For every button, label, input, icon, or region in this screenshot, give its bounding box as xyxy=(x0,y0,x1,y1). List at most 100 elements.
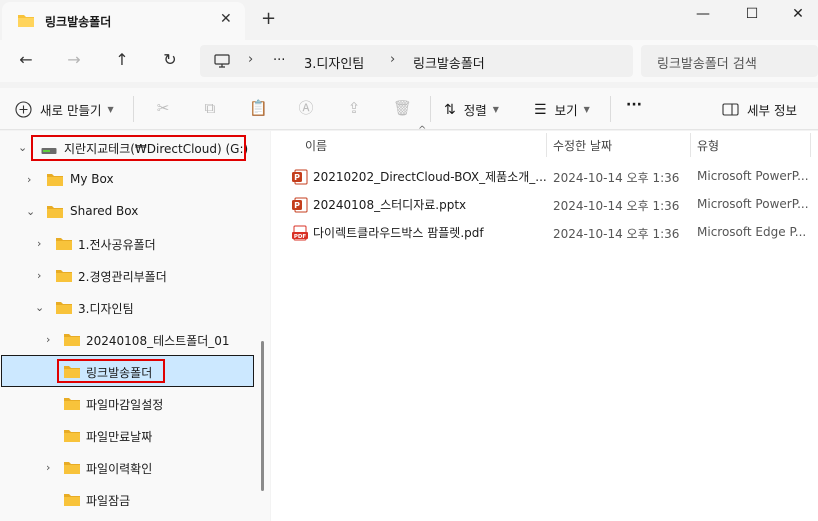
back-button[interactable]: ← xyxy=(15,50,37,72)
tree-item-file-lock[interactable]: 파일잠금 xyxy=(0,486,255,514)
column-divider[interactable] xyxy=(546,133,547,157)
nav-scrollbar[interactable] xyxy=(261,341,264,491)
refresh-button[interactable]: ↻ xyxy=(159,50,181,72)
share-icon[interactable]: ⇪ xyxy=(345,99,363,117)
column-divider[interactable] xyxy=(810,133,811,157)
breadcrumb-more[interactable]: ··· xyxy=(273,53,285,68)
details-label: 세부 정보 xyxy=(747,103,797,118)
folder-icon xyxy=(64,398,80,410)
breadcrumb-separator: › xyxy=(390,52,396,67)
paste-icon[interactable]: 📋 xyxy=(249,99,268,117)
cut-icon[interactable]: ✂ xyxy=(154,99,172,117)
tree-item-file-deadline[interactable]: 파일마감일설정 xyxy=(0,390,255,418)
file-name: 다이렉트클라우드박스 팜플렛.pdf xyxy=(313,226,484,240)
address-bar[interactable]: › ··· 3.디자인팀 › 링크발송폴더 xyxy=(200,45,633,77)
file-row[interactable]: PDF 다이렉트클라우드박스 팜플렛.pdf 2024-10-14 오후 1:3… xyxy=(271,220,818,244)
tree-item-shared-box[interactable]: ⌄ Shared Box xyxy=(0,198,255,226)
chevron-right-icon: › xyxy=(37,237,42,250)
delete-icon[interactable]: 🗑 xyxy=(393,99,412,117)
file-row[interactable]: P 20210202_DirectCloud-BOX_제품소개_... 2024… xyxy=(271,164,818,188)
rename-icon[interactable]: Ⓐ xyxy=(297,99,315,117)
computer-icon xyxy=(214,54,230,68)
column-header-type[interactable]: 유형 xyxy=(697,137,719,154)
new-button-label: 새로 만들기 xyxy=(40,103,102,118)
file-row[interactable]: P 20240108_스터디자료.pptx 2024-10-14 오후 1:36… xyxy=(271,192,818,216)
command-bar: 새로 만들기 ▼ ✂ ⧉ 📋 Ⓐ ⇪ 🗑 ⇅ 정렬 ▼ ☰ 보기 ▼ ··· 세… xyxy=(0,88,818,130)
divider xyxy=(430,96,431,122)
sort-button[interactable]: ⇅ 정렬 ▼ xyxy=(444,100,499,119)
file-list-pane: ^ 이름 수정한 날짜 유형 P 20210202_DirectCloud-BO… xyxy=(271,125,818,521)
column-header-name[interactable]: 이름 xyxy=(305,137,327,154)
tree-label: My Box xyxy=(70,172,114,186)
minimize-button[interactable]: — xyxy=(691,6,715,26)
pptx-icon: P xyxy=(292,197,308,213)
file-modified: 2024-10-14 오후 1:36 xyxy=(553,199,680,213)
highlight-box xyxy=(57,359,165,383)
breadcrumb-separator: › xyxy=(248,52,254,67)
tree-label: 3.디자인팀 xyxy=(78,302,134,316)
chevron-right-icon: › xyxy=(46,333,51,346)
tree-label: 20240108_테스트폴더_01 xyxy=(86,334,230,348)
column-header-modified[interactable]: 수정한 날짜 xyxy=(553,137,612,154)
folder-icon xyxy=(18,15,34,27)
file-modified: 2024-10-14 오후 1:36 xyxy=(553,227,680,241)
sort-icon: ⇅ xyxy=(444,101,456,118)
breadcrumb-item-current[interactable]: 링크발송폴더 xyxy=(413,53,485,72)
copy-icon[interactable]: ⧉ xyxy=(201,99,219,117)
address-row: ← → ↑ ↻ › ··· 3.디자인팀 › 링크발송폴더 링크발송폴더 검색 xyxy=(0,40,818,82)
tree-item-file-expiry[interactable]: 파일만료날짜 xyxy=(0,422,255,450)
forward-button[interactable]: → xyxy=(63,50,85,72)
chevron-down-icon: ▼ xyxy=(583,105,590,114)
folder-icon xyxy=(47,206,63,218)
pdf-icon: PDF xyxy=(292,225,308,241)
chevron-right-icon: › xyxy=(27,173,32,186)
tree-item-design-team[interactable]: ⌄ 3.디자인팀 xyxy=(0,294,255,322)
tree-label: 파일만료날짜 xyxy=(86,430,153,444)
tab-current-folder[interactable]: 링크발송폴더 ✕ xyxy=(2,2,245,40)
chevron-down-icon: ▼ xyxy=(492,105,499,114)
file-name: 20210202_DirectCloud-BOX_제품소개_... xyxy=(313,170,547,184)
search-input[interactable]: 링크발송폴더 검색 xyxy=(641,45,818,77)
folder-icon xyxy=(64,494,80,506)
new-button[interactable]: 새로 만들기 ▼ xyxy=(15,100,114,119)
svg-text:P: P xyxy=(294,201,300,210)
plus-circle-icon xyxy=(15,101,32,118)
chevron-down-icon: ⌄ xyxy=(26,205,36,218)
view-label: 보기 xyxy=(554,103,578,118)
new-tab-button[interactable]: + xyxy=(261,9,276,29)
sort-caret-icon: ^ xyxy=(418,125,427,136)
folder-icon xyxy=(56,270,72,282)
chevron-down-icon: ▼ xyxy=(107,105,114,114)
close-window-button[interactable]: ✕ xyxy=(786,6,810,26)
navigation-pane: ⌄ 지란지교테크(₩DirectCloud) (G:) › My Box ⌄ S… xyxy=(0,131,270,521)
file-type: Microsoft Edge P... xyxy=(697,225,807,239)
tree-item-test-folder[interactable]: › 20240108_테스트폴더_01 xyxy=(0,326,255,354)
tab-title: 링크발송폴더 xyxy=(45,15,112,29)
tree-label: 2.경영관리부폴더 xyxy=(78,270,167,284)
file-type: Microsoft PowerP... xyxy=(697,197,809,211)
tree-label: 파일마감일설정 xyxy=(86,398,164,412)
up-button[interactable]: ↑ xyxy=(111,50,133,72)
folder-icon xyxy=(64,430,80,442)
view-list-icon: ☰ xyxy=(534,101,547,118)
tab-close-icon[interactable]: ✕ xyxy=(220,11,232,27)
tree-item-file-history[interactable]: › 파일이력확인 xyxy=(0,454,255,482)
pptx-icon: P xyxy=(292,169,308,185)
tree-item-my-box[interactable]: › My Box xyxy=(0,166,255,194)
breadcrumb-item-design[interactable]: 3.디자인팀 xyxy=(304,53,364,72)
folder-icon xyxy=(47,174,63,186)
divider xyxy=(610,96,611,122)
tree-item-management[interactable]: › 2.경영관리부폴더 xyxy=(0,262,255,290)
file-modified: 2024-10-14 오후 1:36 xyxy=(553,171,680,185)
maximize-button[interactable]: ☐ xyxy=(740,6,764,26)
tree-label: 파일이력확인 xyxy=(86,462,153,476)
file-name: 20240108_스터디자료.pptx xyxy=(313,198,467,212)
more-options-button[interactable]: ··· xyxy=(626,97,642,113)
chevron-right-icon: › xyxy=(37,269,42,282)
chevron-down-icon: ⌄ xyxy=(35,301,45,314)
column-divider[interactable] xyxy=(690,133,691,157)
view-button[interactable]: ☰ 보기 ▼ xyxy=(534,100,590,119)
folder-icon xyxy=(56,238,72,250)
details-pane-button[interactable]: 세부 정보 xyxy=(722,100,797,119)
tree-item-company-share[interactable]: › 1.전사공유폴더 xyxy=(0,230,255,258)
